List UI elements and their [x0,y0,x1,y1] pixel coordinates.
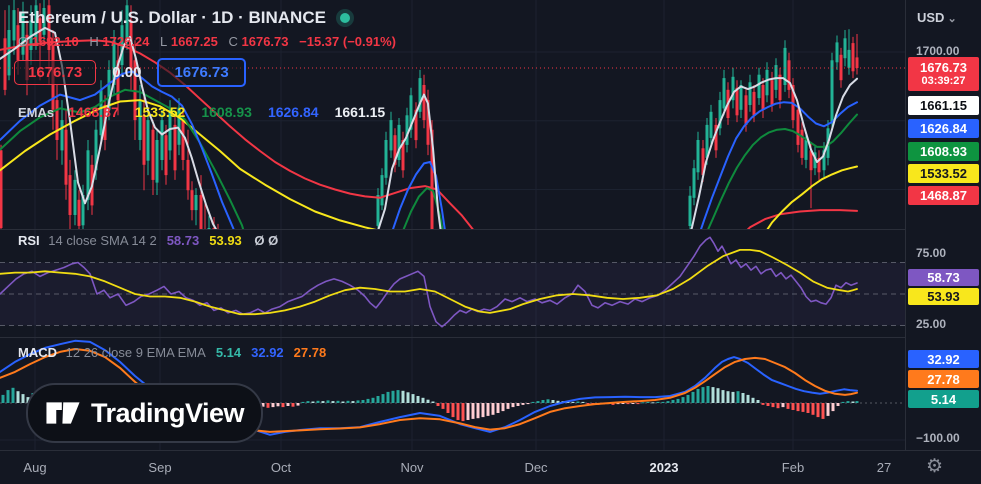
legend-value: 27.78 [293,345,327,360]
symbol-header[interactable]: Ethereum / U.S. Dollar · 1D · BINANCE [18,8,350,28]
time-label: 27 [876,460,892,475]
rsi-values: 58.73 53.93 [157,233,242,248]
buy-price-button[interactable]: 1676.73 [157,58,246,87]
open-label: O [18,34,29,49]
bid-ask-row: 1676.73 0.00 1676.73 [14,58,246,87]
price-badge: 58.73 [908,269,979,286]
price-badge: 1661.15 [908,96,979,115]
close-value: 1676.73 [241,34,289,49]
high-label: H [89,34,99,49]
currency-selector[interactable]: USD ⌄ [917,10,957,25]
tradingview-logo-text: TradingView [90,397,245,428]
legend-value: 1661.15 [334,104,386,120]
time-label: Dec [524,460,548,475]
time-label: Oct [270,460,292,475]
price-badge: 1468.87 [908,186,979,205]
tradingview-logo[interactable]: TradingView [26,383,263,443]
macd-legend[interactable]: MACD 12 26 close 9 EMA EMA 5.14 32.92 27.78 [18,345,326,360]
emas-label: EMAs [18,105,55,120]
time-label: Feb [781,460,805,475]
sell-price-button[interactable]: 1676.73 [14,60,97,85]
legend-value: 5.14 [215,345,242,360]
scale-label: 1700.00 [916,44,960,58]
change-value: −15.37 (−0.91%) [299,34,396,49]
price-badge: 1533.52 [908,164,979,183]
time-label: Nov [400,460,424,475]
macd-values: 5.14 32.92 27.78 [206,345,326,360]
high-value: 1726.24 [102,34,150,49]
legend-value: 1533.52 [134,104,186,120]
chart-window: Ethereum / U.S. Dollar · 1D · BINANCE O … [0,0,981,484]
legend-value: 53.93 [209,233,242,248]
low-value: 1667.25 [170,34,218,49]
price-badge: 32.92 [908,350,979,368]
scale-label: −100.00 [916,431,960,445]
price-scale[interactable]: USD ⌄ 1700.00 75.00 25.00 −100.00 1676.73 03:3… [905,0,981,450]
macd-params: 12 26 close 9 EMA EMA [65,345,206,360]
close-label: C [228,34,238,49]
legend-value: 1608.93 [201,104,252,120]
ohlc-row: O 1692.10 H 1726.24 L 1667.25 C 1676.73 … [18,34,396,49]
emas-values: 1468.87 1533.52 1608.93 1626.84 1661.15 [68,104,401,120]
macd-title: MACD [18,345,57,360]
chevron-down-icon: ⌄ [947,13,957,25]
symbol-title: Ethereum / U.S. Dollar · 1D · BINANCE [18,8,326,27]
scale-label: 25.00 [916,317,947,331]
legend-value: 1626.84 [267,104,319,120]
open-value: 1692.10 [31,34,79,49]
price-badge: 1608.93 [908,142,979,161]
legend-value: 32.92 [251,345,284,360]
rsi-title: RSI [18,233,40,248]
time-label: Sep [148,460,172,475]
time-label: Aug [23,460,47,475]
time-label: 2023 [649,460,679,475]
price-badge: 27.78 [908,370,979,388]
low-label: L [160,34,168,49]
tradingview-logo-icon [46,402,80,424]
emas-legend[interactable]: EMAs 1468.87 1533.52 1608.93 1626.84 1661.15 [18,104,401,120]
rsi-legend[interactable]: RSI 14 close SMA 14 2 58.73 53.93 Ø Ø [18,233,278,248]
rsi-params: 14 close SMA 14 2 [48,233,157,248]
scale-label: 75.00 [916,246,947,260]
price-badge: 1676.73 03:39:27 [908,57,979,91]
legend-value: 1468.87 [68,104,119,120]
rsi-extra: Ø Ø [254,233,279,248]
market-status-icon [339,13,350,23]
price-badge: 1626.84 [908,119,979,138]
spread-value: 0.00 [112,64,142,81]
price-badge: 5.14 [908,390,979,408]
legend-value: 58.73 [166,233,200,248]
time-axis[interactable]: ⚙ Aug Sep Oct Nov Dec 2023 Feb 27 [0,450,981,484]
gear-icon[interactable]: ⚙ [926,455,943,478]
price-badge: 53.93 [908,288,979,305]
currency-label: USD [917,10,945,25]
